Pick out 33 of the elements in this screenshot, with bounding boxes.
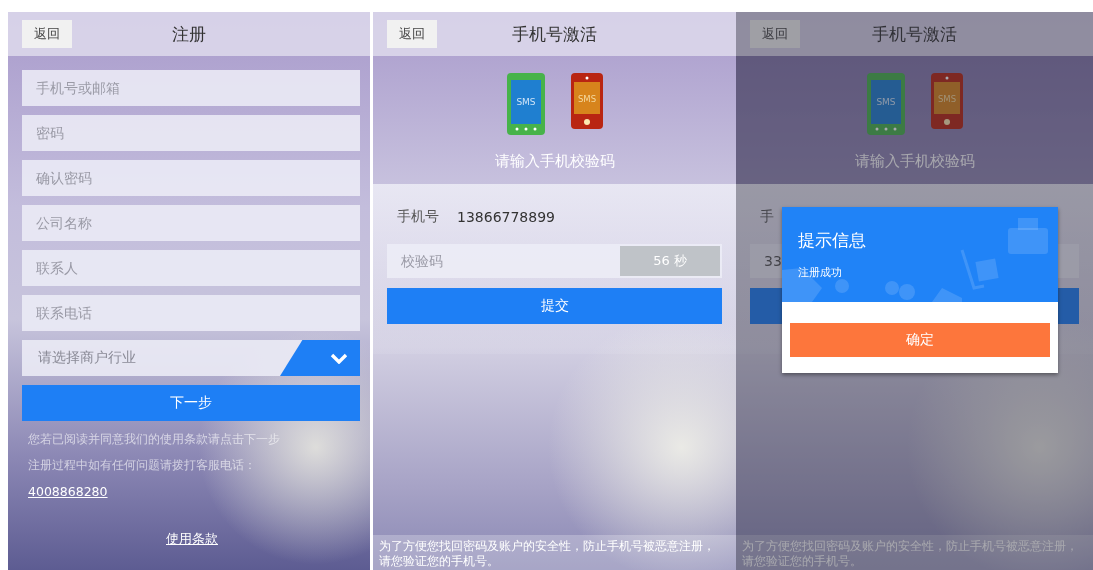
phone-number: 13866778899 — [457, 209, 555, 225]
next-button[interactable]: 下一步 — [22, 385, 360, 421]
dialog-message: 注册成功 — [798, 266, 843, 280]
phone-icon: SMS — [865, 72, 906, 136]
screen-title: 手机号激活 — [512, 22, 597, 46]
back-button[interactable]: 返回 — [387, 20, 437, 48]
terms-link[interactable]: 使用条款 — [166, 531, 218, 548]
back-button[interactable]: 返回 — [750, 20, 800, 48]
code-input[interactable]: 校验码 — [387, 244, 618, 278]
submit-button[interactable]: 提交 — [387, 288, 722, 324]
footer-note: 为了方便您找回密码及账户的安全性，防止手机号被恶意注册，请您验证您的手机号。 — [373, 535, 736, 570]
chevron-down-icon — [330, 352, 348, 364]
prompt-text: 请输入手机校验码 — [854, 152, 975, 171]
phone-label: 手 — [760, 208, 775, 226]
text-field[interactable]: 确认密码 — [22, 160, 360, 196]
hint-text: 注册过程中如有任何问题请拨打客服电话： — [28, 457, 256, 474]
text-field[interactable]: 密码 — [22, 115, 360, 151]
text-field[interactable]: 手机号或邮箱 — [22, 70, 360, 106]
screen-title: 手机号激活 — [872, 22, 957, 46]
dialog-title: 提示信息 — [798, 229, 867, 252]
text-field[interactable]: 公司名称 — [22, 205, 360, 241]
confirm-button[interactable]: 确定 — [790, 323, 1050, 357]
phone-label: 手机号 — [397, 208, 440, 226]
phone-icon: SMS — [929, 72, 964, 130]
hotline-link[interactable]: 4008868280 — [28, 483, 108, 500]
prompt-text: 请输入手机校验码 — [494, 152, 615, 171]
industry-select[interactable]: 请选择商户行业 — [22, 340, 360, 376]
back-button[interactable]: 返回 — [22, 20, 72, 48]
text-field[interactable]: 联系电话 — [22, 295, 360, 331]
text-field[interactable]: 联系人 — [22, 250, 360, 286]
phone-icon: SMS — [569, 72, 604, 130]
phone-icon: SMS — [505, 72, 546, 136]
screen-title: 注册 — [172, 22, 206, 46]
